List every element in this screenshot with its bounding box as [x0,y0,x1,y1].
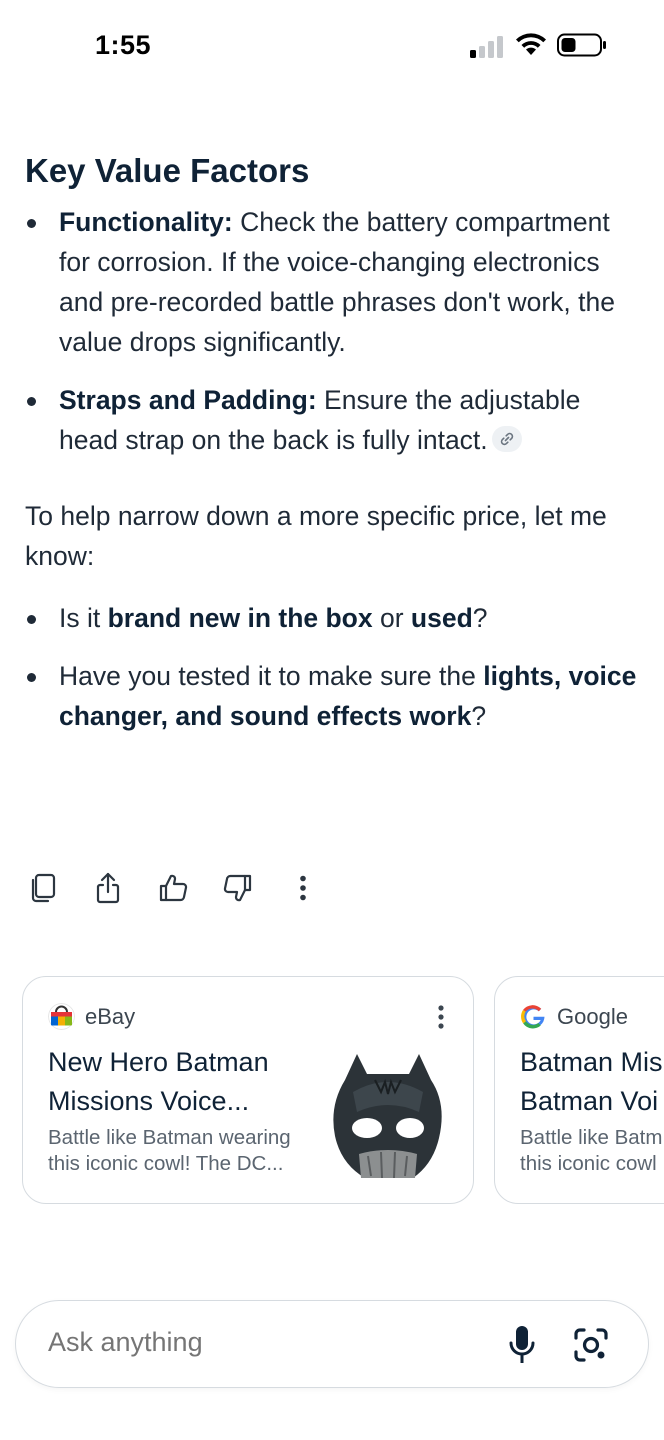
thumbs-down-button[interactable] [220,870,256,906]
microphone-icon[interactable] [508,1325,536,1365]
question-text: ? [472,603,488,633]
source-site-name: eBay [85,1003,136,1029]
card-description-line: Battle like Batm [520,1126,663,1149]
followup-intro: To help narrow down a more specific pric… [25,501,607,571]
ask-input[interactable] [48,1327,468,1358]
question-bold: used [410,603,473,633]
thumbs-up-button[interactable] [155,870,191,906]
source-link-chip[interactable] [491,426,522,452]
question-text: Is it [59,603,108,633]
prompt-input-bar [15,1300,649,1388]
link-icon [500,432,513,446]
card-description: Battle like Batman wearing this iconic c… [48,1126,291,1175]
camera-lens-icon[interactable] [573,1327,609,1363]
question-text: ? [471,701,487,731]
status-time: 1:55 [95,30,152,60]
card-title-line: Batman Mis [520,1047,663,1077]
wifi-icon [516,33,546,55]
thumbs-down-icon [223,874,252,902]
response-actions [25,870,350,906]
thumbs-up-icon [159,874,188,902]
cellular-signal-icon [470,36,503,58]
source-site-name: Google [557,1003,628,1029]
question-item: Have you tested it to make sure the ligh… [25,656,640,736]
response-content: Key Value Factors Functionality: Check t… [25,148,640,754]
factor-item: Straps and Padding: Ensure the adjustabl… [25,380,640,460]
question-bold: brand new in the box [107,603,373,633]
share-icon [96,872,120,904]
ebay-logo-icon [48,1003,75,1030]
card-more-icon[interactable] [437,1005,445,1029]
factor-list: Functionality: Check the battery compart… [25,202,640,460]
share-button[interactable] [90,870,126,906]
google-logo-icon [521,1005,545,1029]
source-card-google[interactable]: Google Batman Mis Batman Voi Battle like … [494,976,664,1204]
factor-label: Straps and Padding: [59,385,317,415]
card-description: Battle like Batm this iconic cowl [520,1125,664,1177]
factor-item: Functionality: Check the battery compart… [25,202,640,362]
source-carousel[interactable]: eBay New Hero Batman Missions Voice... B… [22,976,664,1206]
question-list: Is it brand new in the box or used? Have… [25,598,640,736]
card-title: Batman Mis Batman Voi [520,1043,664,1121]
battery-icon [557,33,606,57]
question-text: Have you tested it to make sure the [59,661,484,691]
card-title: New Hero Batman Missions Voice... [48,1047,269,1116]
question-text: or [372,603,411,633]
status-bar: 1:55 [0,0,664,92]
card-title-line: Batman Voi [520,1086,659,1116]
section-heading: Key Value Factors [25,152,310,189]
more-options-button[interactable] [285,870,321,906]
copy-button[interactable] [25,870,61,906]
card-source: Google [520,1003,628,1030]
source-card-ebay[interactable]: eBay New Hero Batman Missions Voice... B… [22,976,474,1204]
card-source: eBay [48,1003,135,1030]
card-description-line: this iconic cowl [520,1152,657,1175]
question-item: Is it brand new in the box or used? [25,598,640,638]
more-vert-icon [300,875,306,901]
factor-label: Functionality: [59,207,233,237]
batman-cowl-thumbnail [323,1052,453,1182]
copy-icon [31,873,56,903]
